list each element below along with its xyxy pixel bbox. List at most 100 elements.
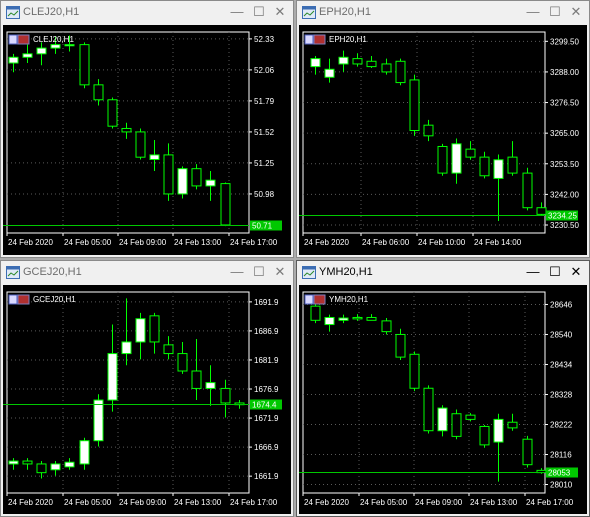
y-tick-label: 28116 [550,450,572,459]
candle[interactable] [93,79,104,106]
candle[interactable] [8,458,19,470]
candle[interactable] [205,365,216,406]
window-titlebar[interactable]: GCEJ20,H1 — ☐ ✕ [1,261,293,285]
maximize-button[interactable]: ☐ [249,264,269,280]
candle[interactable] [338,50,349,72]
x-tick-label: 24 Feb 17:00 [526,498,574,507]
candle[interactable] [205,170,216,201]
chart-window-ymh20[interactable]: YMH20,H1 — ☐ ✕ 28053 28646 28540 28434 28328… [296,260,590,517]
candle[interactable] [451,409,462,440]
candle-body [163,154,174,195]
close-button[interactable]: ✕ [270,4,290,20]
candle[interactable] [507,413,518,431]
candle[interactable] [135,312,146,360]
minimize-button[interactable]: — [227,4,247,20]
minimize-button[interactable]: — [227,264,247,280]
candlestick-chart[interactable]: 28053 28646 28540 28434 28328 28222 28116 28010… [299,285,587,514]
candle[interactable] [93,394,104,447]
candle-body [149,315,160,343]
candle[interactable] [409,74,420,136]
candle[interactable] [381,58,392,75]
candle[interactable] [121,122,132,139]
candle[interactable] [79,437,90,470]
candle[interactable] [423,385,434,434]
candle[interactable] [191,339,202,401]
window-titlebar[interactable]: CLEJ20,H1 — ☐ ✕ [1,1,293,25]
candle[interactable] [381,318,392,335]
candle[interactable] [465,141,476,160]
candle[interactable] [220,182,231,227]
candle[interactable] [324,58,335,83]
close-button[interactable]: ✕ [566,264,586,280]
candle[interactable] [465,413,476,422]
chart-window-gcej20[interactable]: GCEJ20,H1 — ☐ ✕ 1674.4 1691.9 1686.9 1681.9… [0,260,294,517]
chart-window-clej20[interactable]: CLEJ20,H1 — ☐ ✕ 50.71 52.33 52.06 51.79 51.5… [0,0,294,258]
price-chart[interactable]: 3234.25 3299.50 3288.00 3276.50 3265.00 3253.… [299,25,587,255]
candle[interactable] [310,55,321,75]
candle[interactable] [149,139,160,171]
candle-body [191,370,202,389]
candle[interactable] [522,435,533,468]
symbol-flag-part [8,34,18,45]
candle[interactable] [177,166,188,199]
candle-body [310,58,321,68]
maximize-button[interactable]: ☐ [249,4,269,20]
candle[interactable] [423,119,434,142]
candle[interactable] [507,141,518,176]
candle[interactable] [220,379,231,418]
candle[interactable] [121,298,132,366]
maximize-button[interactable]: ☐ [545,264,565,280]
candle[interactable] [50,461,61,476]
y-tick-label: 52.33 [254,35,275,44]
candle[interactable] [324,314,335,332]
candle-body [107,99,118,127]
y-tick-label: 28646 [550,300,573,309]
candle[interactable] [409,351,420,392]
candle[interactable] [366,314,377,321]
candle[interactable] [493,154,504,222]
candle[interactable] [22,458,33,470]
candle[interactable] [522,167,533,211]
candle[interactable] [437,405,448,437]
candle[interactable] [493,413,504,482]
candle[interactable] [8,53,19,73]
price-chart[interactable]: 50.71 52.33 52.06 51.79 51.52 51.25 50.98 24 Fe… [3,25,291,255]
candle[interactable] [479,151,490,179]
close-button[interactable]: ✕ [566,4,586,20]
candlestick-chart[interactable]: 50.71 52.33 52.06 51.79 51.52 51.25 50.98 24 Fe… [3,25,291,255]
candle[interactable] [107,97,118,129]
minimize-button[interactable]: — [523,4,543,20]
candle[interactable] [366,55,377,68]
candle[interactable] [338,314,349,324]
candlestick-chart[interactable]: 1674.4 1691.9 1686.9 1681.9 1676.9 1671.9 1666… [3,285,291,514]
window-title: GCEJ20,H1 [23,266,82,278]
close-button[interactable]: ✕ [270,264,290,280]
window-titlebar[interactable]: YMH20,H1 — ☐ ✕ [297,261,589,285]
candle[interactable] [149,312,160,354]
candle[interactable] [479,425,490,448]
candle-body [423,124,434,137]
candle[interactable] [36,42,47,66]
candle[interactable] [22,44,33,64]
candle[interactable] [163,143,174,201]
candle[interactable] [135,128,146,160]
minimize-button[interactable]: — [523,264,543,280]
candle[interactable] [352,314,363,321]
price-chart[interactable]: 1674.4 1691.9 1686.9 1681.9 1676.9 1671.9 1666… [3,285,291,514]
candlestick-chart[interactable]: 3234.25 3299.50 3288.00 3276.50 3265.00 3253.… [299,25,587,255]
candle[interactable] [451,138,462,184]
window-titlebar[interactable]: EPH20,H1 — ☐ ✕ [297,1,589,25]
chart-window-eph20[interactable]: EPH20,H1 — ☐ ✕ 3234.25 3299.50 3288.00 3276… [296,0,590,258]
candle[interactable] [177,341,188,374]
candle[interactable] [64,458,75,470]
candle[interactable] [79,42,90,89]
candle[interactable] [395,328,406,360]
candle[interactable] [163,336,174,360]
candle[interactable] [36,461,47,479]
candle[interactable] [437,143,448,176]
candle[interactable] [107,324,118,412]
candle[interactable] [395,58,406,86]
candle[interactable] [191,164,202,190]
price-chart[interactable]: 28053 28646 28540 28434 28328 28222 28116 28010… [299,285,587,514]
maximize-button[interactable]: ☐ [545,4,565,20]
